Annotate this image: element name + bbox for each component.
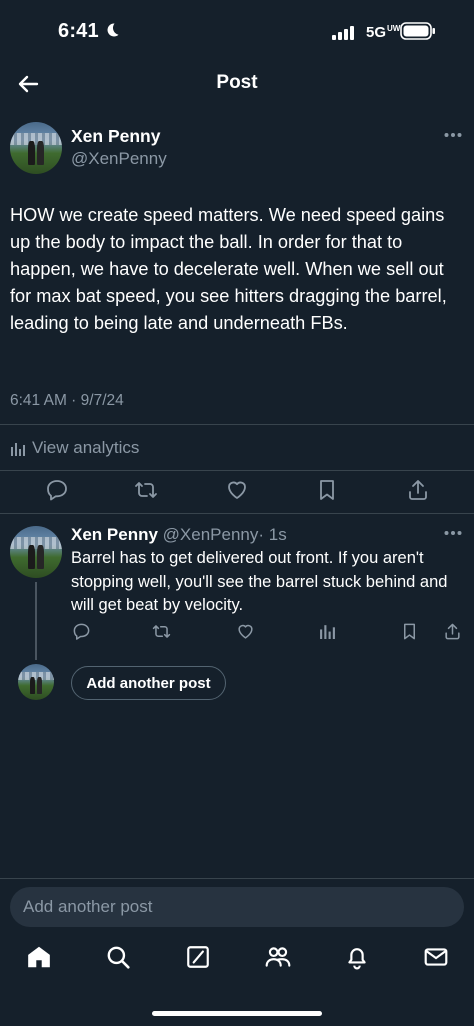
add-another-post-button[interactable]: Add another post (71, 666, 226, 700)
reply-header: Xen Penny @XenPenny· 1s (71, 525, 287, 545)
avatar[interactable] (10, 122, 62, 174)
author-name[interactable]: Xen Penny (71, 126, 160, 147)
more-icon[interactable] (444, 132, 462, 138)
reply-text: Barrel has to get delivered out front. I… (71, 549, 448, 614)
avatar (18, 664, 54, 700)
messages-icon[interactable] (423, 944, 449, 970)
share-icon[interactable] (406, 478, 430, 502)
analytics-icon (10, 440, 26, 456)
analytics-label: View analytics (32, 438, 140, 457)
more-icon[interactable] (444, 530, 462, 536)
divider (0, 424, 474, 425)
share-icon[interactable] (443, 622, 462, 641)
main-action-bar (0, 478, 474, 518)
repost-icon[interactable] (134, 478, 158, 502)
like-icon[interactable] (225, 478, 249, 502)
search-icon[interactable] (105, 944, 131, 970)
network-indicator: 5GUW (366, 24, 401, 41)
bookmark-icon[interactable] (400, 622, 419, 641)
divider (0, 470, 474, 471)
home-icon[interactable] (26, 944, 52, 970)
bookmark-icon[interactable] (315, 478, 339, 502)
author-name[interactable]: Xen Penny (71, 525, 158, 544)
signal-icon (332, 26, 354, 40)
reply-action-bar (0, 622, 474, 662)
like-icon[interactable] (236, 622, 255, 641)
reply-time: · 1s (258, 525, 287, 544)
post-text: HOW we create speed matters. We need spe… (10, 205, 447, 333)
reply-icon[interactable] (45, 478, 69, 502)
post-timestamp[interactable]: 6:41 AM · 9/7/24 (10, 392, 124, 410)
communities-icon[interactable] (264, 944, 292, 970)
author-handle[interactable]: @XenPenny (163, 525, 259, 544)
back-arrow-icon[interactable] (14, 70, 42, 98)
divider (0, 513, 474, 514)
page-title: Post (216, 72, 258, 93)
repost-icon[interactable] (152, 622, 171, 641)
status-bar: 6:41 5GUW (0, 0, 474, 62)
divider (0, 878, 474, 879)
moon-icon (104, 22, 120, 38)
notifications-icon[interactable] (344, 944, 370, 970)
grok-icon[interactable] (185, 944, 211, 970)
reply-icon[interactable] (72, 622, 91, 641)
tab-bar (0, 944, 474, 980)
status-time: 6:41 (58, 20, 99, 42)
analytics-icon[interactable] (319, 622, 336, 639)
view-analytics-link[interactable]: View analytics (10, 438, 139, 458)
reply-input[interactable]: Add another post (10, 887, 464, 927)
avatar[interactable] (10, 526, 62, 578)
battery-icon (400, 22, 436, 40)
author-handle[interactable]: @XenPenny (71, 149, 167, 169)
home-indicator[interactable] (152, 1011, 322, 1016)
